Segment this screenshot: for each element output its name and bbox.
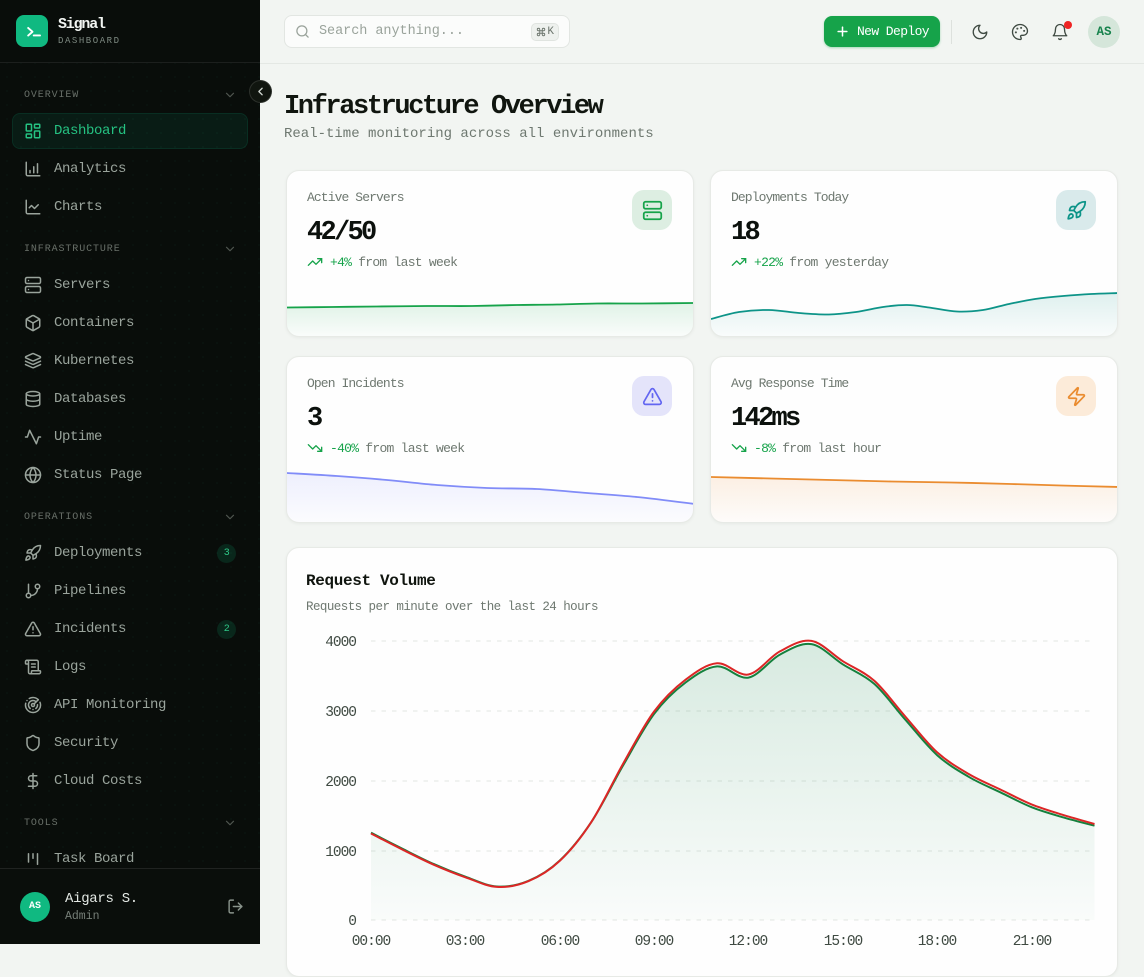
- svg-text:06:00: 06:00: [541, 934, 580, 950]
- svg-text:21:00: 21:00: [1013, 934, 1052, 950]
- svg-text:00:00: 00:00: [352, 934, 391, 950]
- svg-text:4000: 4000: [325, 635, 356, 651]
- svg-text:0: 0: [348, 914, 356, 930]
- svg-text:18:00: 18:00: [918, 934, 957, 950]
- svg-text:09:00: 09:00: [635, 934, 674, 950]
- svg-text:2000: 2000: [325, 775, 356, 791]
- svg-text:3000: 3000: [325, 705, 356, 721]
- svg-text:03:00: 03:00: [446, 934, 485, 950]
- svg-text:12:00: 12:00: [729, 934, 768, 950]
- svg-text:15:00: 15:00: [824, 934, 863, 950]
- svg-text:1000: 1000: [325, 845, 356, 861]
